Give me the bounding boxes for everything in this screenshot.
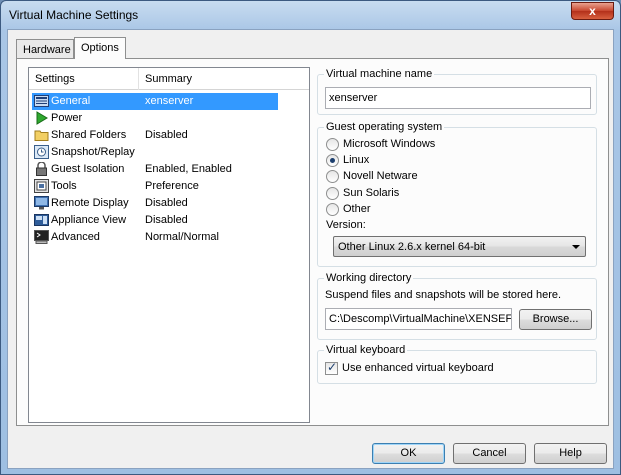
radio-button[interactable]	[326, 170, 339, 183]
terminal-icon	[34, 230, 49, 244]
radio-button[interactable]	[326, 138, 339, 151]
list-item-remote-display[interactable]: Remote Display Disabled	[32, 195, 278, 212]
version-label: Version:	[326, 219, 366, 231]
folder-icon	[34, 128, 49, 142]
vm-name-input[interactable]: xenserver	[325, 87, 591, 109]
virtual-keyboard-group-label: Virtual keyboard	[324, 344, 408, 356]
lock-icon	[34, 161, 49, 176]
guest-os-group-label: Guest operating system	[324, 121, 445, 133]
enhanced-keyboard-checkbox[interactable]: ✓	[325, 360, 338, 375]
version-dropdown-value: Other Linux 2.6.x kernel 64-bit	[338, 241, 486, 253]
radio-button[interactable]	[326, 203, 339, 216]
list-item-general[interactable]: General xenserver	[32, 93, 278, 110]
dialog-client: Hardware Options Settings Summary Genera…	[7, 29, 614, 469]
radio-label: Sun Solaris	[343, 187, 400, 199]
list-item-summary: Preference	[145, 180, 199, 192]
chevron-down-icon	[572, 245, 580, 249]
radio-button[interactable]	[326, 154, 339, 167]
checkmark-icon: ✓	[327, 360, 338, 374]
list-item-name: Snapshot/Replay	[51, 146, 135, 158]
list-item-shared-folders[interactable]: Shared Folders Disabled	[32, 127, 278, 144]
cancel-button[interactable]: Cancel	[453, 443, 526, 464]
help-button[interactable]: Help	[534, 443, 607, 464]
list-item-name: General	[51, 95, 91, 107]
settings-list[interactable]: Settings Summary General xenserver Power	[28, 67, 310, 423]
column-header-summary[interactable]: Summary	[145, 73, 192, 85]
list-item-advanced[interactable]: Advanced Normal/Normal	[32, 229, 278, 246]
list-item-guest-isolation[interactable]: Guest Isolation Enabled, Enabled	[32, 161, 278, 178]
ok-button[interactable]: OK	[372, 443, 445, 464]
list-item-appliance-view[interactable]: Appliance View Disabled	[32, 212, 278, 229]
list-item-power[interactable]: Power	[32, 110, 278, 127]
working-directory-description: Suspend files and snapshots will be stor…	[325, 289, 562, 301]
browse-button[interactable]: Browse...	[519, 309, 592, 330]
working-directory-group: Working directory Suspend files and snap…	[317, 272, 597, 340]
guest-os-group: Guest operating system Microsoft Windows…	[317, 121, 597, 267]
version-dropdown[interactable]: Other Linux 2.6.x kernel 64-bit	[333, 236, 586, 257]
settings-window: Virtual Machine Settings x Hardware Opti…	[0, 0, 621, 475]
list-item-summary: Disabled	[145, 129, 188, 141]
working-directory-input[interactable]: C:\Descomp\VirtualMachine\XENSEF	[325, 308, 512, 330]
column-divider[interactable]	[138, 68, 139, 90]
list-item-name: Shared Folders	[51, 129, 127, 141]
radio-label: Linux	[343, 154, 370, 166]
snapshot-icon	[34, 145, 49, 159]
list-item-name: Advanced	[51, 231, 100, 243]
list-item-name: Remote Display	[51, 197, 129, 209]
list-item-summary: Disabled	[145, 214, 188, 226]
virtual-keyboard-group: Virtual keyboard ✓ Use enhanced virtual …	[317, 344, 597, 384]
list-item-name: Power	[51, 112, 83, 124]
vm-name-group: Virtual machine name xenserver	[317, 68, 597, 115]
list-item-snapshot-replay[interactable]: Snapshot/Replay	[32, 144, 278, 161]
list-item-name: Appliance View	[51, 214, 127, 226]
column-header-settings[interactable]: Settings	[35, 73, 75, 85]
list-item-name: Guest Isolation	[51, 163, 125, 175]
list-item-summary: Enabled, Enabled	[145, 163, 232, 175]
vm-name-group-label: Virtual machine name	[324, 68, 435, 80]
list-item-tools[interactable]: Tools Preference	[32, 178, 278, 195]
list-item-summary: Disabled	[145, 197, 188, 209]
appliance-icon	[34, 213, 49, 227]
tab-options[interactable]: Options	[74, 37, 126, 59]
radio-label: Novell Netware	[343, 170, 418, 182]
tab-hardware[interactable]: Hardware	[16, 39, 74, 58]
list-header: Settings Summary	[29, 68, 309, 90]
options-tab-page: Settings Summary General xenserver Power	[16, 58, 609, 426]
radio-button[interactable]	[326, 187, 339, 200]
power-icon	[34, 111, 49, 125]
working-directory-group-label: Working directory	[324, 272, 414, 284]
list-item-name: Tools	[51, 180, 77, 192]
radio-label: Microsoft Windows	[343, 138, 436, 150]
title-bar[interactable]: Virtual Machine Settings x	[1, 1, 620, 29]
list-item-summary: Normal/Normal	[145, 231, 219, 243]
window-title: Virtual Machine Settings	[9, 8, 139, 22]
tools-icon	[34, 179, 49, 193]
radio-label: Other	[343, 203, 371, 215]
enhanced-keyboard-label[interactable]: Use enhanced virtual keyboard	[342, 362, 494, 374]
list-item-summary: xenserver	[145, 95, 194, 107]
close-button[interactable]: x	[571, 2, 614, 20]
general-icon	[34, 94, 49, 108]
monitor-icon	[34, 196, 49, 210]
